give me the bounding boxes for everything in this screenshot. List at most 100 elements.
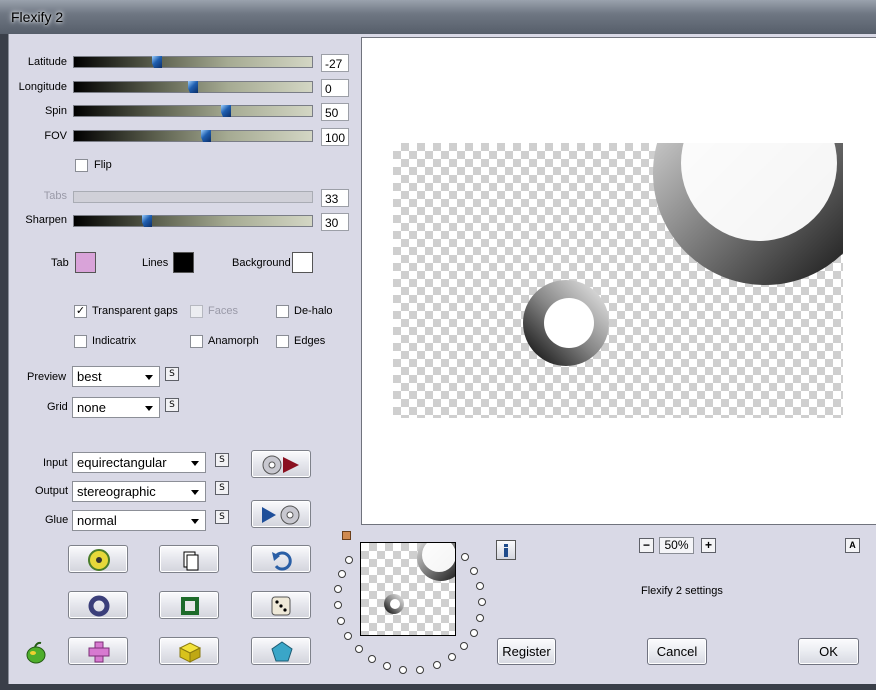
dial-dot[interactable]	[337, 617, 345, 625]
dial-dot[interactable]	[470, 629, 478, 637]
dial-dot[interactable]	[470, 567, 478, 575]
longitude-slider-thumb[interactable]	[188, 81, 198, 93]
about-button[interactable]: A	[845, 538, 860, 553]
tabs-slider[interactable]	[73, 191, 313, 203]
output-select-label: Output	[35, 485, 69, 497]
sharpen-value[interactable]: 30	[321, 213, 349, 231]
lines-color-swatch[interactable]	[173, 252, 194, 273]
dial-dot[interactable]	[383, 662, 391, 670]
dial-dot[interactable]	[344, 632, 352, 640]
sharpen-slider[interactable]	[73, 215, 313, 227]
flip-checkbox[interactable]	[75, 159, 88, 172]
dial-dot[interactable]	[461, 553, 469, 561]
settings-info-text: Flexify 2 settings	[641, 585, 723, 597]
title-bar[interactable]: Flexify 2	[0, 0, 876, 34]
output-projection-select[interactable]: stereographic	[72, 481, 206, 502]
dice-icon	[271, 596, 291, 616]
rotation-dial[interactable]	[329, 539, 489, 679]
grid-select-label: Grid	[47, 401, 68, 413]
frame-button[interactable]	[159, 591, 219, 619]
dial-dot[interactable]	[476, 582, 484, 590]
cross-button[interactable]	[68, 637, 128, 665]
grid-select[interactable]: none	[72, 397, 160, 418]
dial-dot[interactable]	[334, 585, 342, 593]
info-icon	[504, 544, 508, 557]
preview-quality-select[interactable]: best	[72, 366, 160, 387]
transparent-gaps-checkbox[interactable]: ✓	[74, 305, 87, 318]
latitude-slider-thumb[interactable]	[152, 56, 162, 68]
zoom-in-button[interactable]: +	[701, 538, 716, 553]
copy-button[interactable]	[159, 545, 219, 573]
edges-checkbox[interactable]	[276, 335, 289, 348]
cube-button[interactable]	[159, 637, 219, 665]
grid-value: none	[77, 400, 106, 415]
save-preset-button[interactable]	[251, 500, 311, 528]
frame-icon	[181, 597, 199, 615]
dial-dot[interactable]	[368, 655, 376, 663]
link-icon[interactable]: S	[165, 367, 179, 381]
undo-button[interactable]	[251, 545, 311, 573]
chevron-down-icon	[188, 485, 202, 499]
chevron-down-icon	[142, 370, 156, 384]
glue-value: normal	[77, 513, 117, 528]
dial-dot[interactable]	[460, 642, 468, 650]
spin-slider-thumb[interactable]	[221, 105, 231, 117]
fov-value[interactable]: 100	[321, 128, 349, 146]
spin-label: Spin	[44, 105, 67, 117]
dial-dot[interactable]	[345, 556, 353, 564]
flip-label: Flip	[94, 159, 112, 171]
torus-button[interactable]	[68, 591, 128, 619]
fov-slider-thumb[interactable]	[201, 130, 211, 142]
dial-dot[interactable]	[433, 661, 441, 669]
link-icon[interactable]: S	[215, 510, 229, 524]
faces-checkbox[interactable]	[190, 305, 203, 318]
longitude-value[interactable]: 0	[321, 79, 349, 97]
anamorph-checkbox[interactable]	[190, 335, 203, 348]
dial-dot[interactable]	[448, 653, 456, 661]
de-halo-checkbox[interactable]	[276, 305, 289, 318]
indicatrix-checkbox[interactable]	[74, 335, 87, 348]
background-color-swatch[interactable]	[292, 252, 313, 273]
chevron-down-icon	[188, 514, 202, 528]
link-icon[interactable]: S	[165, 398, 179, 412]
dial-dot[interactable]	[338, 570, 346, 578]
load-preset-button[interactable]	[251, 450, 311, 478]
dial-dot[interactable]	[355, 645, 363, 653]
fov-slider[interactable]	[73, 130, 313, 142]
dial-dot[interactable]	[476, 614, 484, 622]
dial-dot[interactable]	[334, 601, 342, 609]
link-icon[interactable]: S	[215, 481, 229, 495]
longitude-slider[interactable]	[73, 81, 313, 93]
latitude-value[interactable]: -27	[321, 54, 349, 72]
zoom-out-button[interactable]: −	[639, 538, 654, 553]
ring-icon	[88, 595, 110, 617]
preview-render-graphic	[523, 143, 843, 366]
dial-dot[interactable]	[478, 598, 486, 606]
glue-select-label: Glue	[45, 514, 69, 526]
spin-slider[interactable]	[73, 105, 313, 117]
pentagon-button[interactable]	[251, 637, 311, 665]
tab-color-swatch[interactable]	[75, 252, 96, 273]
latitude-slider[interactable]	[73, 56, 313, 68]
indicatrix-label: Indicatrix	[92, 335, 137, 347]
dial-dot[interactable]	[399, 666, 407, 674]
preview-canvas[interactable]	[361, 37, 876, 525]
spin-value[interactable]: 50	[321, 103, 349, 121]
dial-dot[interactable]	[416, 666, 424, 674]
document-icon	[183, 551, 199, 571]
tabs-value[interactable]: 33	[321, 189, 349, 207]
cancel-button[interactable]: Cancel	[647, 638, 707, 665]
input-projection-select[interactable]: equirectangular	[72, 452, 206, 473]
faces-label: Faces	[208, 305, 238, 317]
glue-select[interactable]: normal	[72, 510, 206, 531]
flexify-window: Flexify 2 Latitude -27 Longitude 0 Spin …	[0, 0, 876, 690]
sharpen-slider-thumb[interactable]	[142, 215, 152, 227]
randomize-button[interactable]	[68, 545, 128, 573]
register-button[interactable]: Register	[497, 638, 556, 665]
dice-button[interactable]	[251, 591, 311, 619]
checkmark-icon: ✓	[75, 305, 86, 317]
link-icon[interactable]: S	[215, 453, 229, 467]
info-button[interactable]	[496, 540, 516, 560]
pentagon-icon	[271, 641, 293, 662]
ok-button[interactable]: OK	[798, 638, 859, 665]
